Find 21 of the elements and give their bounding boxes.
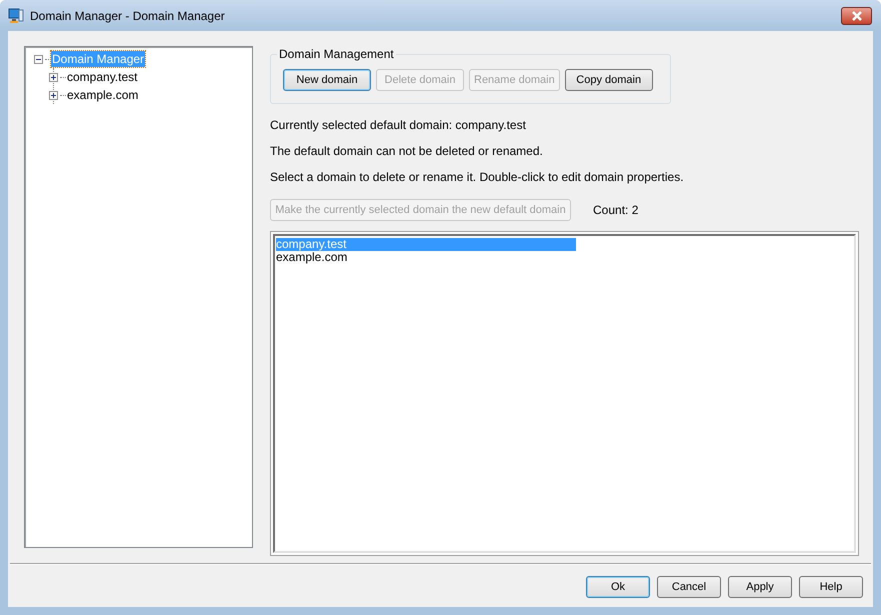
- button[interactable]: Cancel: [657, 576, 721, 598]
- info-text: Currently selected default domain: company.test: [270, 118, 527, 132]
- button[interactable]: Copy domain: [564, 69, 653, 91]
- close-icon: [850, 10, 862, 20]
- button[interactable]: Ok: [586, 576, 650, 598]
- button[interactable]: New domain: [283, 69, 371, 91]
- info-text: The default domain can not be deleted or renamed.: [270, 144, 544, 158]
- expand-icon[interactable]: [49, 90, 58, 100]
- collapse-icon[interactable]: [34, 54, 43, 64]
- window-title: Domain Manager - Domain Manager: [30, 8, 225, 24]
- button[interactable]: Apply: [728, 576, 792, 598]
- info-text: Select a domain to delete or rename it. Double-click to edit domain properties.: [270, 170, 685, 184]
- group-title: Domain Management: [277, 47, 396, 61]
- close-button[interactable]: [841, 6, 872, 24]
- expand-icon[interactable]: [49, 72, 58, 82]
- computer-icon: [8, 8, 24, 24]
- tree-item[interactable]: example.com: [66, 87, 140, 103]
- tree-item[interactable]: company.test: [66, 69, 138, 85]
- button[interactable]: Help: [799, 576, 863, 598]
- list-item[interactable]: example.com: [276, 251, 576, 264]
- count-label: Count: 2: [593, 202, 638, 219]
